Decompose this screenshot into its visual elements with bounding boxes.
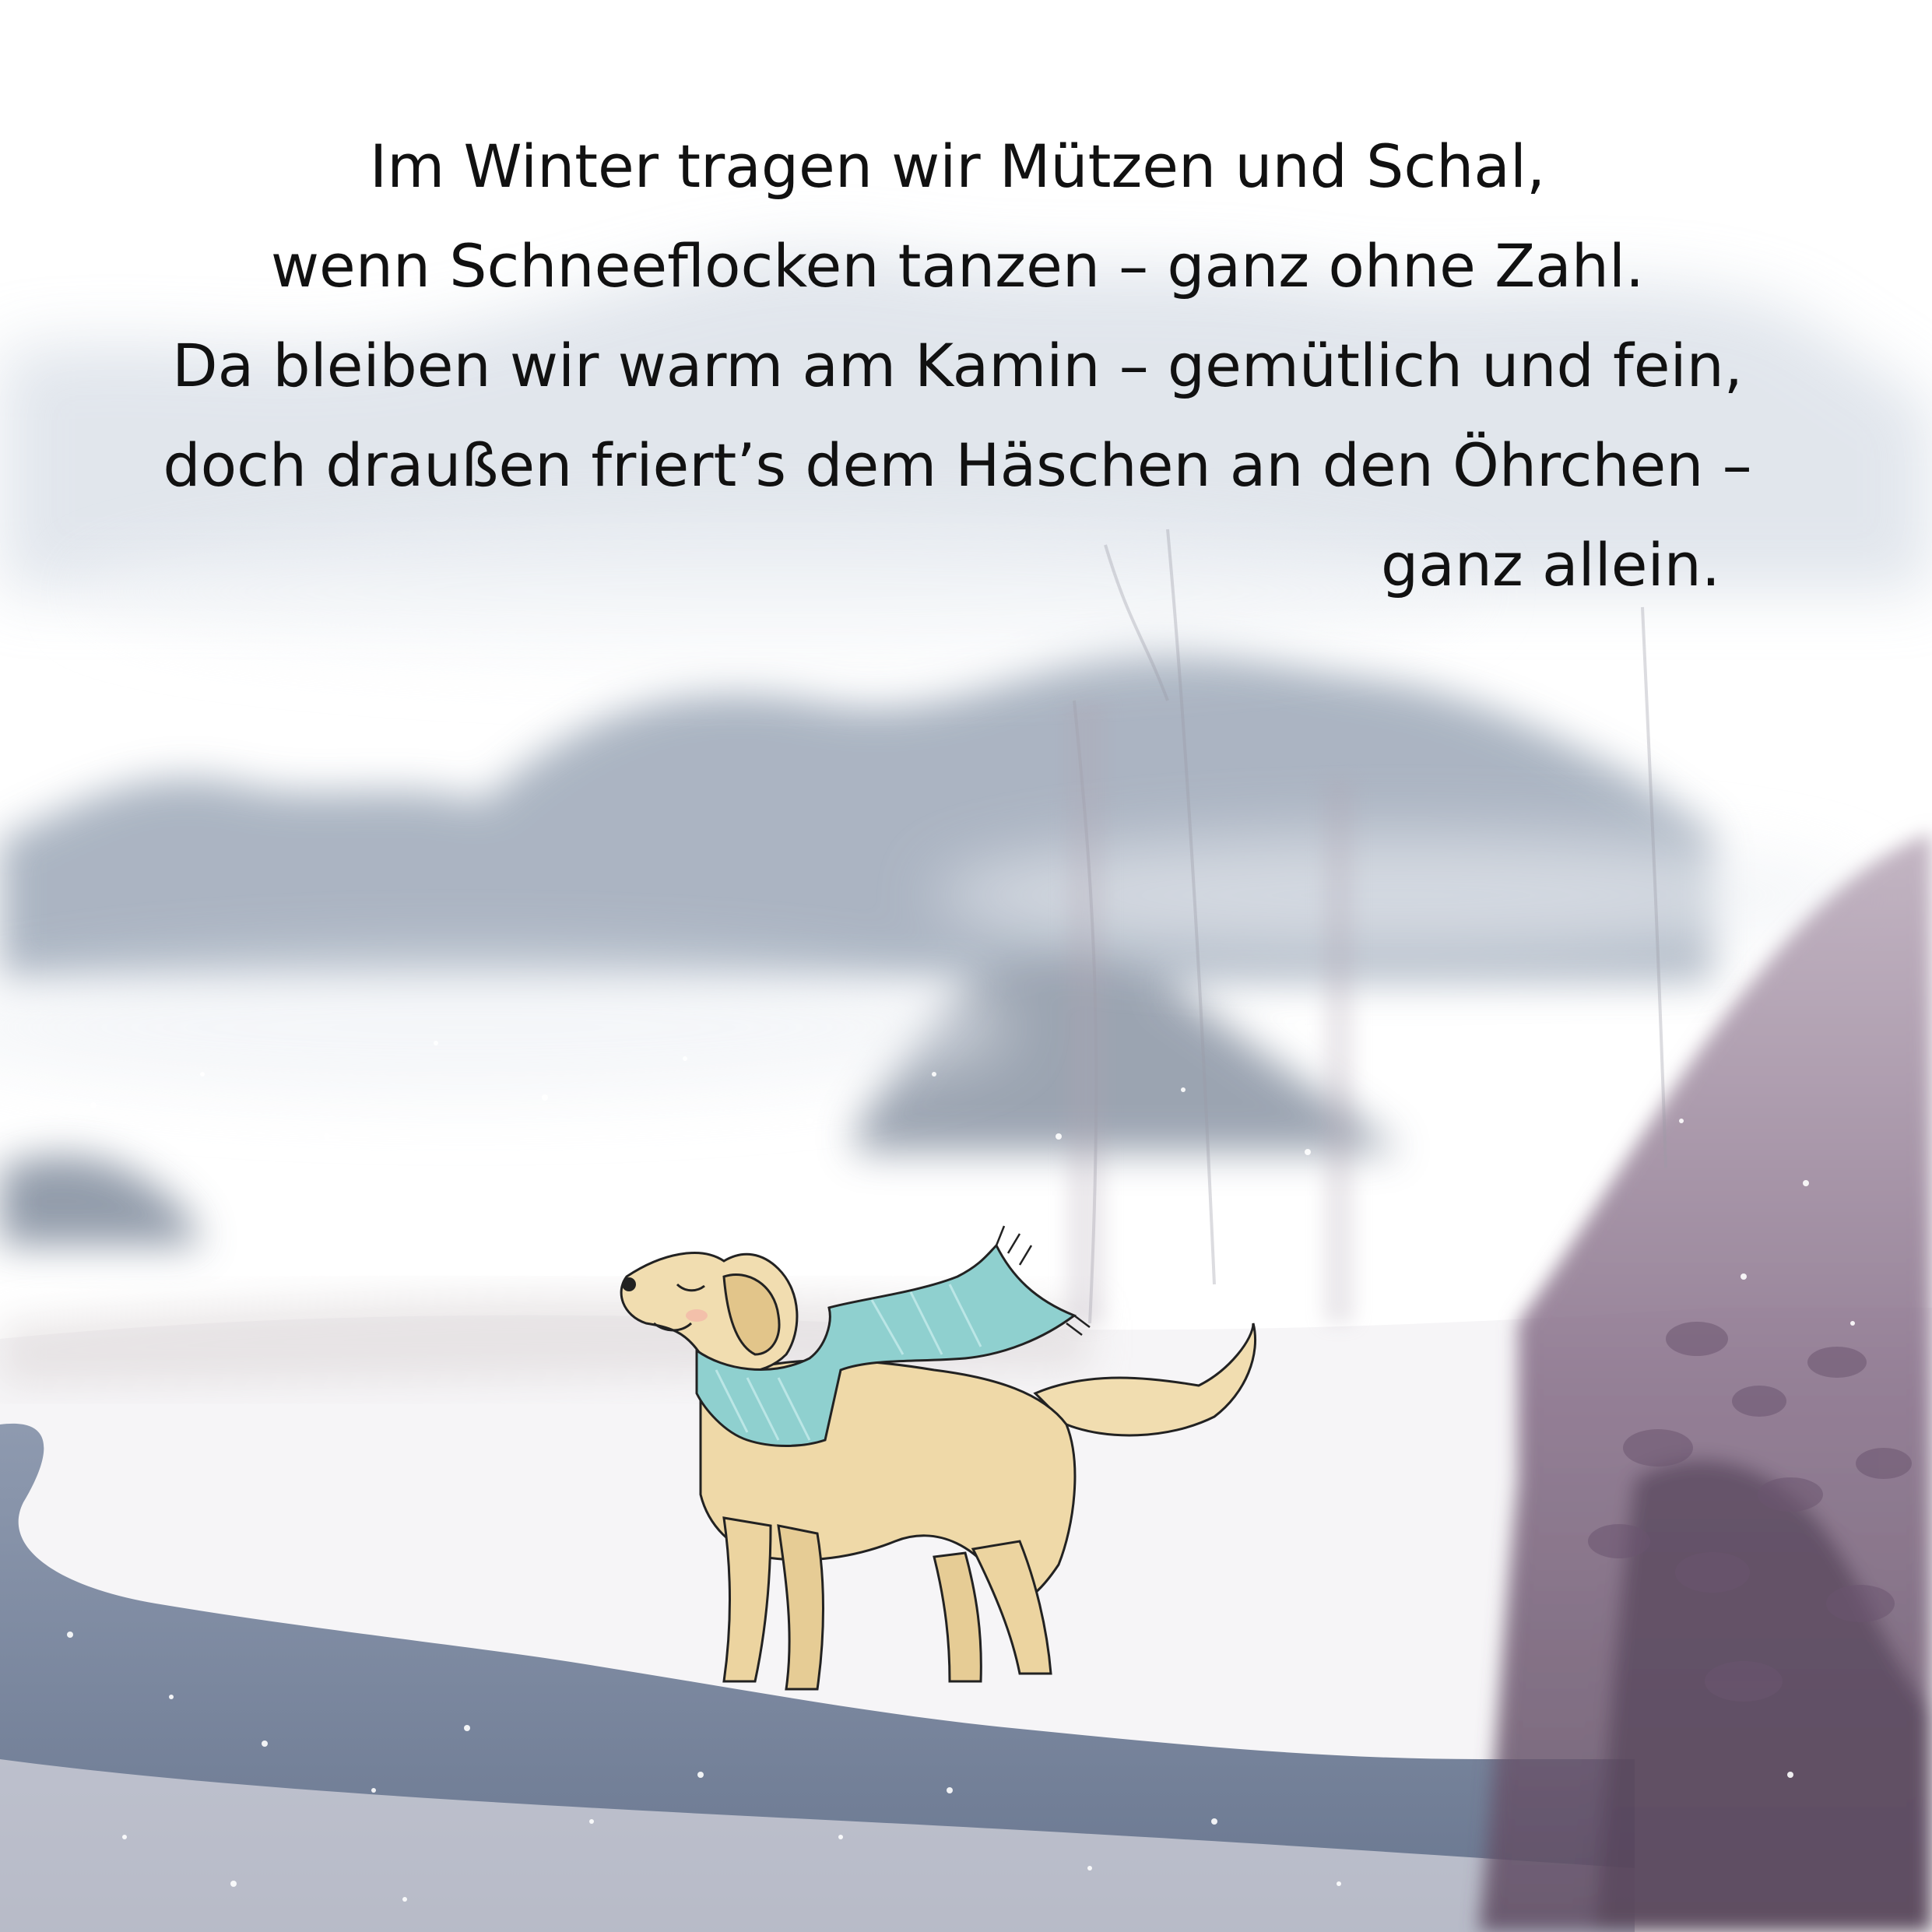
verse-line-4: doch draußen friert’s dem Häschen an den… [163,430,1752,500]
verse-line-1: Im Winter tragen wir Mützen und Schal, [369,132,1546,201]
storybook-page: Im Winter tragen wir Mützen und Schal, w… [0,0,1932,1932]
verse-line-2: wenn Schneeflocken tanzen – ganz ohne Za… [270,231,1645,300]
story-verse: Im Winter tragen wir Mützen und Schal, w… [125,117,1790,615]
verse-line-3: Da bleiben wir warm am Kamin – gemütlich… [172,331,1743,400]
verse-line-5: ganz allein. [1380,530,1720,599]
dog-cheek [686,1309,708,1322]
dog-nose [622,1277,636,1291]
